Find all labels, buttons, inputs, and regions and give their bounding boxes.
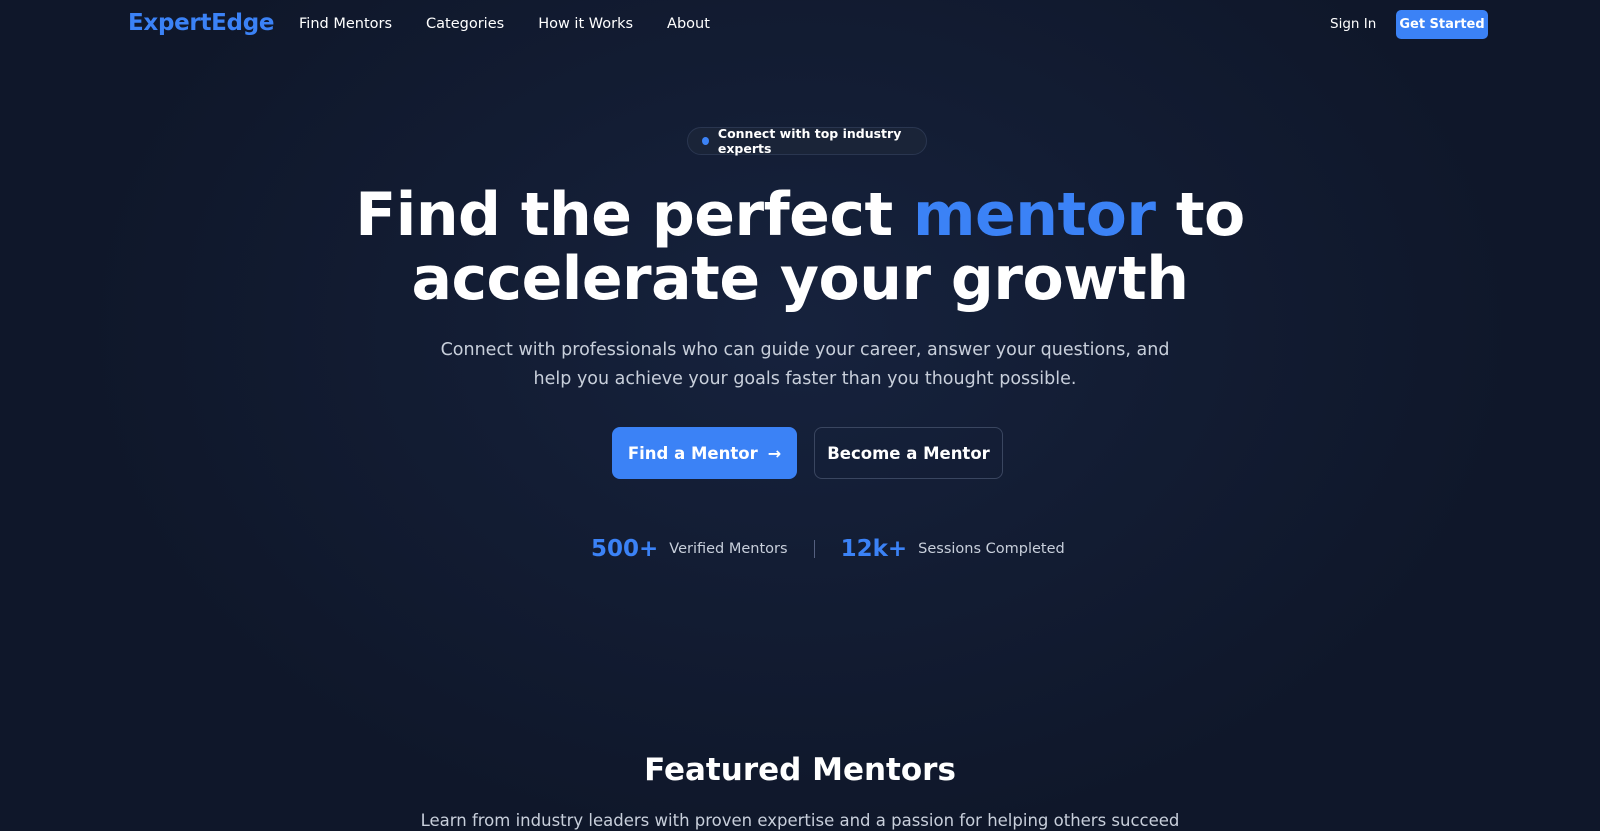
hero-badge: Connect with top industry experts [687, 126, 927, 156]
stat-value-mentors: 500+ [591, 536, 659, 562]
stat-value-sessions: 12k+ [840, 536, 908, 562]
hero-headline: Find the perfect mentor to accelerate yo… [0, 183, 1600, 311]
hero-badge-text: Connect with top industry experts [717, 126, 902, 156]
get-started-button[interactable]: Get Started [1396, 10, 1488, 39]
top-navbar: ExpertEdge Find Mentors Categories How i… [0, 0, 1600, 52]
featured-mentors-title: Featured Mentors [644, 752, 956, 788]
headline-part2: to [1155, 180, 1245, 250]
hero-stats: 500+ Verified Mentors 12k+ Sessions Comp… [591, 533, 1065, 565]
nav-item-how-it-works[interactable]: How it Works [538, 16, 633, 32]
headline-part1: Find the perfect [355, 180, 914, 250]
stat-label-sessions: Sessions Completed [918, 541, 1065, 557]
stat-label-mentors: Verified Mentors [669, 541, 788, 557]
featured-mentors-subtitle: Learn from industry leaders with proven … [420, 811, 1180, 830]
nav-item-find-mentors[interactable]: Find Mentors [299, 16, 392, 32]
nav-links: Find Mentors Categories How it Works Abo… [299, 16, 744, 32]
find-a-mentor-button[interactable]: Find a Mentor → [612, 427, 797, 479]
nav-item-categories[interactable]: Categories [426, 16, 504, 32]
sign-in-link[interactable]: Sign In [1330, 16, 1376, 32]
headline-line2: accelerate your growth [411, 244, 1189, 314]
headline-accent: mentor [913, 180, 1156, 250]
nav-item-about[interactable]: About [667, 16, 710, 32]
stat-divider [813, 540, 815, 558]
arrow-right-icon: → [767, 443, 782, 463]
dot-icon [702, 137, 709, 145]
hero-subtitle: Connect with professionals who can guide… [440, 340, 1170, 389]
find-a-mentor-label: Find a Mentor [627, 443, 758, 463]
become-a-mentor-button[interactable]: Become a Mentor [814, 427, 1003, 479]
logo[interactable]: ExpertEdge [128, 10, 274, 36]
